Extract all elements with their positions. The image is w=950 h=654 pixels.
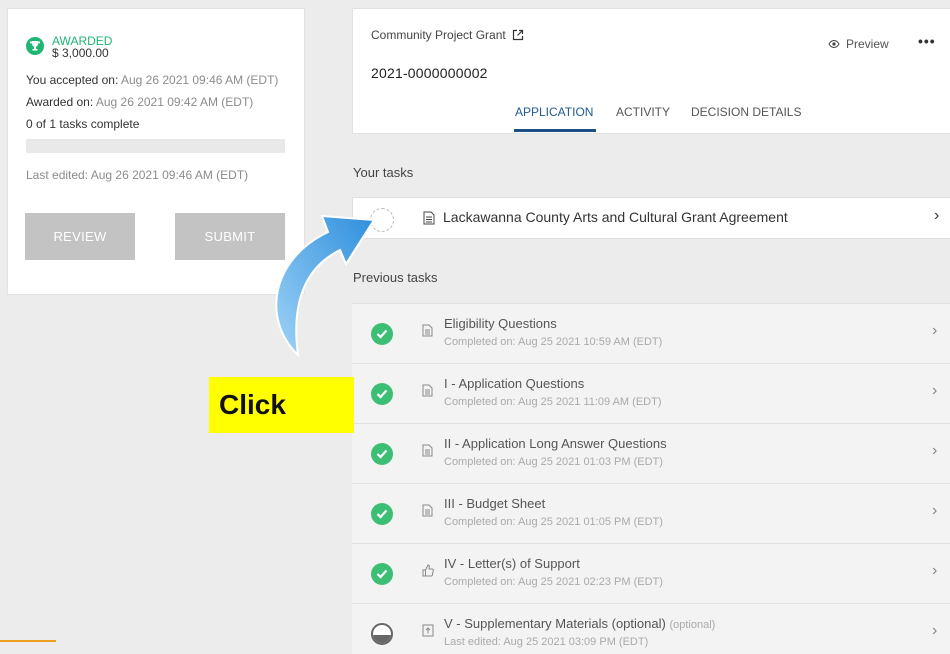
- task-title: II - Application Long Answer Questions: [444, 436, 667, 451]
- document-icon: [422, 444, 433, 457]
- check-icon: [371, 563, 393, 585]
- chevron-right-icon: ›: [932, 622, 938, 639]
- tasks-progress-bar: [26, 139, 285, 153]
- check-icon: [371, 383, 393, 405]
- previous-task-row[interactable]: V - Supplementary Materials (optional) (…: [352, 603, 950, 654]
- in-progress-icon: [371, 623, 393, 645]
- task-completed-date: Completed on: Aug 25 2021 10:59 AM (EDT): [444, 336, 663, 348]
- task-title: V - Supplementary Materials (optional) (…: [444, 616, 716, 631]
- previous-tasks-list: Eligibility Questions Completed on: Aug …: [352, 303, 950, 654]
- click-annotation: Click: [209, 377, 354, 433]
- task-title: Eligibility Questions: [444, 316, 557, 331]
- chevron-right-icon: ›: [934, 207, 940, 224]
- awarded-on: Awarded on: Aug 26 2021 09:42 AM (EDT): [26, 95, 254, 109]
- application-header: Community Project Grant Preview ••• 2021…: [352, 8, 950, 134]
- upload-icon: [422, 624, 434, 637]
- task-title: I - Application Questions: [444, 376, 585, 391]
- document-icon: [422, 324, 433, 337]
- chevron-right-icon: ›: [932, 322, 938, 339]
- external-link-icon: [512, 29, 523, 41]
- optional-tag: (optional): [669, 619, 716, 631]
- check-icon: [371, 503, 393, 525]
- preview-button[interactable]: Preview: [828, 37, 889, 51]
- review-button[interactable]: REVIEW: [25, 213, 135, 260]
- divider: [0, 640, 56, 642]
- tab-activity[interactable]: ACTIVITY: [616, 105, 670, 119]
- award-amount: $ 3,000.00: [52, 46, 109, 60]
- document-icon: [423, 211, 435, 225]
- document-icon: [422, 504, 433, 517]
- trophy-icon: [26, 37, 44, 55]
- last-edited: Last edited: Aug 26 2021 09:46 AM (EDT): [26, 168, 249, 182]
- previous-task-row[interactable]: IV - Letter(s) of Support Completed on: …: [352, 543, 950, 603]
- previous-task-row[interactable]: III - Budget Sheet Completed on: Aug 25 …: [352, 483, 950, 543]
- task-completed-date: Completed on: Aug 25 2021 02:23 PM (EDT): [444, 576, 663, 588]
- document-icon: [422, 384, 433, 397]
- check-icon: [371, 443, 393, 465]
- tasks-complete-text: 0 of 1 tasks complete: [26, 117, 140, 131]
- active-tab-indicator: [514, 129, 596, 132]
- more-options-icon[interactable]: •••: [918, 33, 936, 49]
- task-last-edited: Last edited: Aug 25 2021 03:09 PM (EDT): [444, 636, 649, 648]
- award-status-row: AWARDED $ 3,000.00: [26, 35, 112, 60]
- your-tasks-heading: Your tasks: [353, 165, 414, 180]
- eye-icon: [828, 39, 840, 49]
- chevron-right-icon: ›: [932, 502, 938, 519]
- previous-task-row[interactable]: Eligibility Questions Completed on: Aug …: [352, 303, 950, 363]
- chevron-right-icon: ›: [932, 442, 938, 459]
- application-id: 2021-0000000002: [371, 65, 488, 81]
- current-task-title: Lackawanna County Arts and Cultural Gran…: [443, 209, 788, 225]
- thumbs-up-icon: [422, 564, 434, 577]
- task-title: III - Budget Sheet: [444, 496, 546, 511]
- tab-decision-details[interactable]: DECISION DETAILS: [691, 105, 801, 119]
- previous-task-row[interactable]: I - Application Questions Completed on: …: [352, 363, 950, 423]
- chevron-right-icon: ›: [932, 562, 938, 579]
- current-task-row[interactable]: Lackawanna County Arts and Cultural Gran…: [352, 197, 950, 239]
- tab-application[interactable]: APPLICATION: [515, 105, 593, 119]
- task-completed-date: Completed on: Aug 25 2021 01:05 PM (EDT): [444, 516, 663, 528]
- curved-arrow-icon: [275, 214, 376, 358]
- accepted-on: You accepted on: Aug 26 2021 09:46 AM (E…: [26, 73, 279, 87]
- task-title: IV - Letter(s) of Support: [444, 556, 580, 571]
- task-completed-date: Completed on: Aug 25 2021 01:03 PM (EDT): [444, 456, 663, 468]
- previous-task-row[interactable]: II - Application Long Answer Questions C…: [352, 423, 950, 483]
- chevron-right-icon: ›: [932, 382, 938, 399]
- task-completed-date: Completed on: Aug 25 2021 11:09 AM (EDT): [444, 396, 662, 408]
- grant-name-link[interactable]: Community Project Grant: [371, 28, 524, 42]
